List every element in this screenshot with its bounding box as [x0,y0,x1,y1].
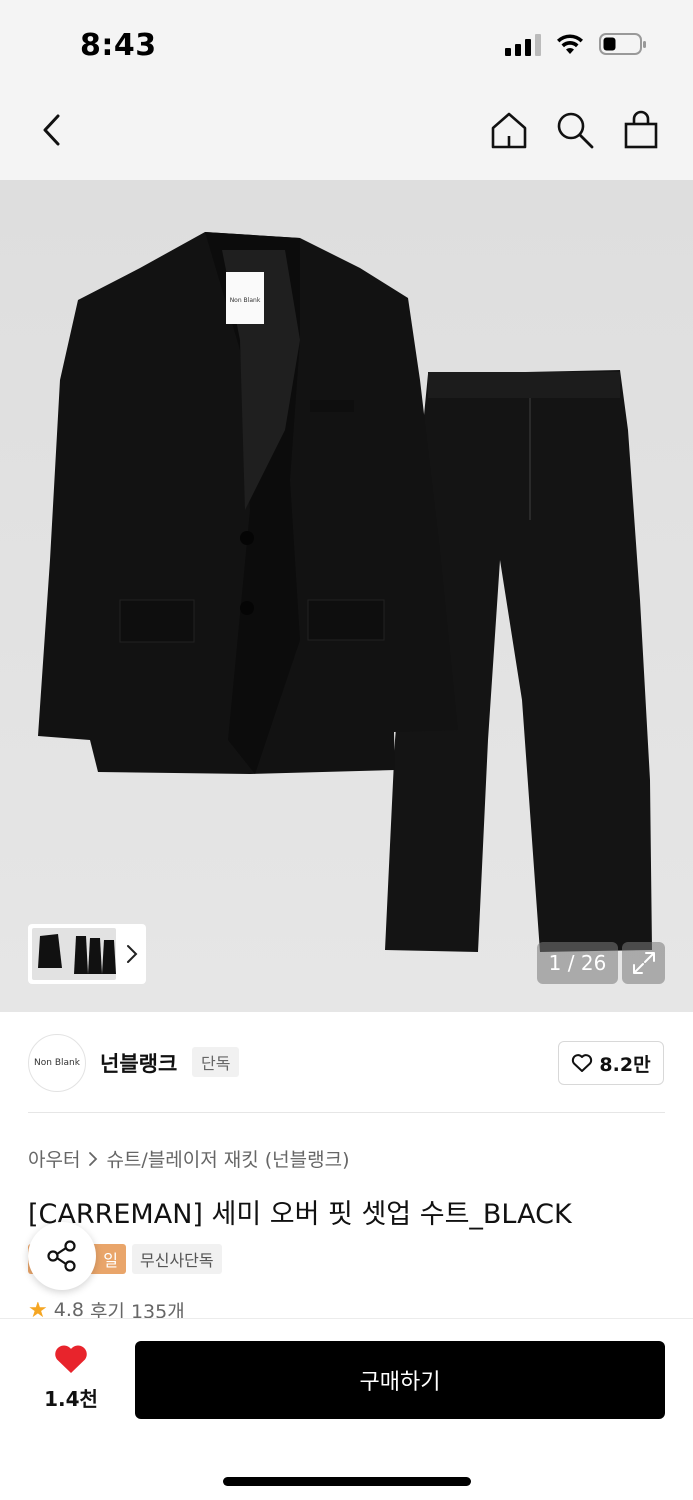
battery-icon [599,33,646,55]
status-time: 8:43 [80,28,157,63]
chevron-right-icon [89,1151,98,1166]
rating-value: 4.8 [53,1302,84,1318]
product-title: [CARREMAN] 세미 오버 핏 셋업 수트_BLACK [28,1199,572,1230]
breadcrumb-subcategory[interactable]: 슈트/블레이저 재킷 (넌블랭크) [106,1145,349,1172]
image-counter: 1 / 26 [537,942,618,984]
brand-row: Non Blank 넌블랭크 단독 8.2만 [0,1012,693,1112]
favorite-count: 1.4천 [44,1387,98,1411]
star-icon: ★ [28,1302,48,1318]
share-button[interactable] [28,1222,96,1290]
search-button[interactable] [553,108,597,152]
back-icon [43,114,60,146]
thumbnail-image[interactable] [32,928,116,980]
home-indicator [223,1477,471,1486]
home-button[interactable] [487,108,531,152]
nav-bar [0,90,693,180]
nav-actions [487,108,663,152]
brand-like-button[interactable]: 8.2만 [558,1041,664,1085]
signal-icon [505,32,541,56]
product-gallery[interactable]: Non Blank 1 / 26 [0,180,693,1012]
heart-outline-icon [572,1054,593,1072]
cart-button[interactable] [619,108,663,152]
favorite-button[interactable]: 1.4천 [30,1343,112,1412]
jacket-tag-label: Non Blank [230,297,261,304]
exclusive-tag: 무신사단독 [132,1244,222,1274]
expand-button[interactable] [622,942,665,984]
brand-logo[interactable]: Non Blank [28,1034,86,1092]
share-icon [47,1240,76,1272]
search-icon [557,112,594,149]
review-count: 후기 135개 [89,1302,185,1318]
brand-name[interactable]: 넌블랭크 [100,1048,177,1078]
exclusive-badge: 단독 [192,1047,240,1077]
heart-filled-icon [55,1345,87,1373]
brand-like-count: 8.2만 [599,1053,651,1076]
status-icons [505,32,647,56]
home-icon [491,112,527,149]
chevron-right-icon [127,945,138,963]
breadcrumb-category[interactable]: 아우터 [28,1145,80,1172]
shopping-bag-icon [624,110,658,149]
bottom-action-bar: 1.4천 구매하기 [0,1318,693,1500]
expand-icon [632,952,655,974]
rating-row[interactable]: ★ 4.8 후기 135개 [28,1302,185,1318]
back-button[interactable] [30,108,74,152]
status-bar: 8:43 [0,0,693,90]
buy-button[interactable]: 구매하기 [135,1341,665,1419]
wifi-icon [557,34,583,54]
jacket-image: Non Blank [38,232,458,774]
product-image: Non Blank [38,232,652,952]
breadcrumb: 아우터 슈트/블레이저 재킷 (넌블랭크) [28,1145,350,1172]
divider [28,1112,665,1113]
thumbnail-strip[interactable] [28,924,146,984]
